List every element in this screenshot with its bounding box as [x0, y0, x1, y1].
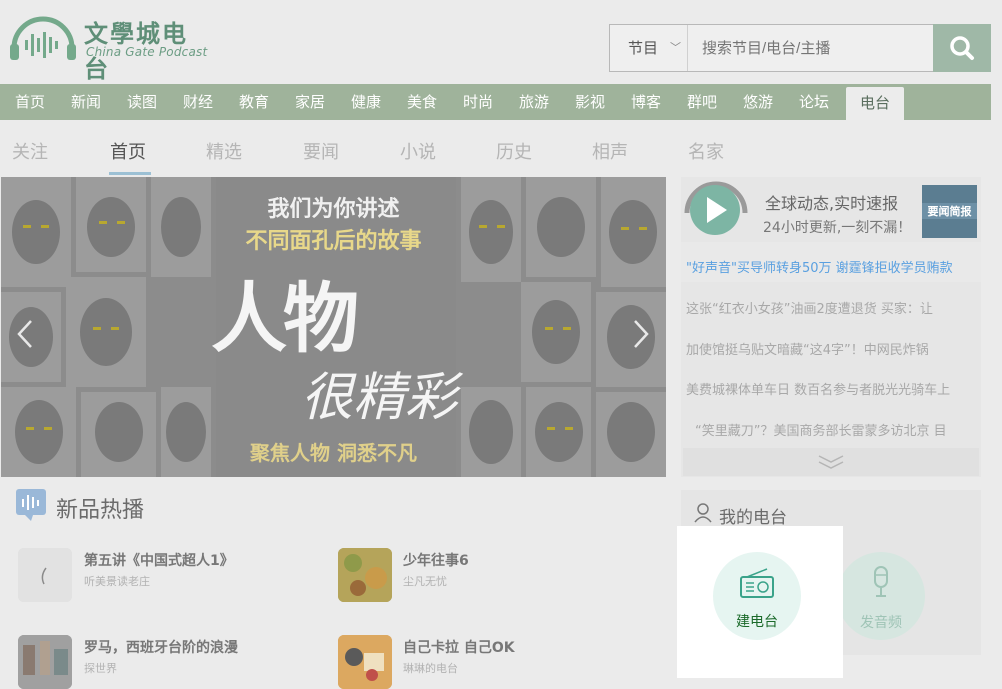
active-tab-indicator — [109, 172, 151, 175]
tab-masters[interactable]: 名家 — [688, 138, 724, 164]
tab-featured[interactable]: 精选 — [206, 138, 242, 164]
release-thumbnail[interactable] — [338, 548, 392, 602]
chevron-left-icon[interactable] — [13, 317, 37, 351]
tab-headlines[interactable]: 要闻 — [303, 138, 339, 164]
headline-item[interactable]: 这张“红衣小女孩”油画2度遭退货 买家：让 — [686, 298, 976, 317]
banner-line-1: 我们为你讲述 — [267, 197, 400, 222]
carousel-banner[interactable]: 我们为你讲述 不同面孔后的故事 人物 很精彩 聚焦人物 洞悉不凡 — [1, 177, 666, 477]
tab-history[interactable]: 历史 — [496, 138, 532, 164]
nav-item-health[interactable]: 健康 — [351, 84, 381, 120]
release-author[interactable]: 听美景读老庄 — [84, 573, 150, 589]
nav-item-leisure[interactable]: 悠游 — [743, 84, 773, 120]
headline-item[interactable]: "好声音"买导师转身50万 谢霆锋拒收学员贿款 — [686, 257, 976, 276]
site-logo[interactable]: 文學城电台 China Gate Podcast — [8, 14, 213, 83]
expand-more-button[interactable] — [683, 448, 979, 476]
release-author[interactable]: 琳琳的电台 — [403, 660, 458, 676]
play-icon[interactable] — [681, 179, 753, 239]
release-thumbnail[interactable] — [18, 548, 72, 602]
thumbnail-image — [338, 635, 392, 689]
release-author[interactable]: 尘凡无忧 — [403, 573, 447, 589]
main-nav: 首页 新闻 读图 财经 教育 家居 健康 美食 时尚 旅游 影视 博客 群吧 悠… — [0, 84, 991, 120]
release-title[interactable]: 罗马，西班牙台阶的浪漫 — [84, 637, 238, 657]
nav-item-food[interactable]: 美食 — [407, 84, 437, 120]
banner-line-2: 不同面孔后的故事 — [245, 229, 422, 254]
chevron-down-icon: ﹀ — [670, 41, 681, 54]
promo-title: 全球动态,实时速报 — [765, 194, 899, 213]
create-station-label: 建电台 — [736, 614, 778, 630]
news-brief-label: 要闻简报 — [922, 203, 977, 219]
nav-item-movies[interactable]: 影视 — [575, 84, 605, 120]
create-station-card: 建电台 — [677, 526, 843, 678]
news-brief-badge[interactable]: 要闻简报 — [922, 185, 977, 238]
nav-item-fashion[interactable]: 时尚 — [463, 84, 493, 120]
create-station-button[interactable]: 建电台 — [713, 552, 801, 640]
nav-item-radio[interactable]: 电台 — [846, 87, 904, 120]
headline-item[interactable]: “笑里藏刀”？美国商务部长雷蒙多访北京 目 — [695, 420, 985, 439]
thumbnail-image — [338, 548, 392, 602]
thumbnail-image — [18, 548, 72, 602]
news-panel: 全球动态,实时速报 24小时更新,一刻不漏！ 要闻简报 "好声音"买导师转身50… — [681, 177, 981, 477]
release-thumbnail[interactable] — [338, 635, 392, 689]
radio-icon — [740, 568, 774, 598]
nav-item-photos[interactable]: 读图 — [127, 84, 157, 120]
nav-item-finance[interactable]: 财经 — [183, 84, 213, 120]
nav-item-education[interactable]: 教育 — [239, 84, 269, 120]
microphone-icon — [874, 566, 888, 597]
tab-home[interactable]: 首页 — [110, 138, 146, 164]
double-chevron-down-icon — [818, 455, 844, 469]
banner-big-subtitle: 很精彩 — [301, 368, 458, 428]
chevron-right-icon[interactable] — [629, 317, 653, 351]
audio-wave-icon — [16, 489, 46, 521]
release-title[interactable]: 第五讲《中国式超人1》 — [84, 550, 234, 570]
upload-audio-label: 发音频 — [860, 615, 902, 631]
release-author[interactable]: 探世界 — [84, 660, 117, 676]
banner-big-title: 人物 — [211, 274, 359, 363]
release-title[interactable]: 自己卡拉 自己OK — [403, 637, 515, 657]
upload-audio-button[interactable]: 发音频 — [837, 552, 925, 640]
section-title: 新品热播 — [56, 498, 145, 523]
nav-item-blog[interactable]: 博客 — [631, 84, 661, 120]
promo-subtitle: 24小时更新,一刻不漏！ — [763, 220, 912, 236]
nav-item-home-living[interactable]: 家居 — [295, 84, 325, 120]
nav-item-home[interactable]: 首页 — [15, 84, 45, 120]
nav-item-forum[interactable]: 论坛 — [799, 84, 829, 120]
nav-item-news[interactable]: 新闻 — [71, 84, 101, 120]
search-icon — [950, 36, 974, 60]
search-bar: 节目 ﹀ — [609, 24, 991, 72]
tab-crosstalk[interactable]: 相声 — [592, 138, 628, 164]
my-station-title: 我的电台 — [719, 508, 787, 528]
tab-novels[interactable]: 小说 — [400, 138, 436, 164]
search-input[interactable] — [690, 25, 930, 71]
podcast-logo-icon — [10, 16, 76, 60]
banner-tagline: 聚焦人物 洞悉不凡 — [250, 441, 417, 465]
search-category-select[interactable]: 节目 ﹀ — [610, 25, 688, 71]
search-category-label: 节目 — [628, 39, 659, 57]
release-thumbnail[interactable] — [18, 635, 72, 689]
thumbnail-image — [18, 635, 72, 689]
headline-item[interactable]: 美费城裸体单车日 数百名参与者脱光光骑车上 — [686, 379, 976, 398]
nav-item-travel[interactable]: 旅游 — [519, 84, 549, 120]
search-button[interactable] — [933, 24, 991, 72]
tab-follow[interactable]: 关注 — [12, 138, 48, 164]
headline-item[interactable]: 加使馆挺乌贴文暗藏“这4字”！中网民炸锅 — [686, 339, 976, 358]
logo-subtitle: China Gate Podcast — [86, 45, 208, 59]
nav-item-groups[interactable]: 群吧 — [687, 84, 717, 120]
user-icon — [694, 503, 712, 523]
release-title[interactable]: 少年往事6 — [403, 550, 469, 570]
